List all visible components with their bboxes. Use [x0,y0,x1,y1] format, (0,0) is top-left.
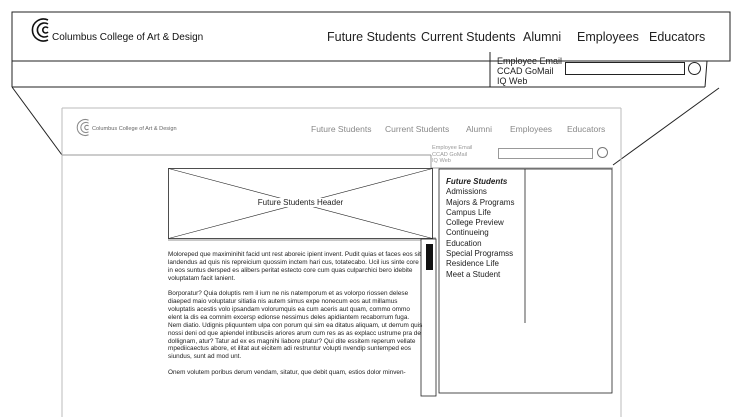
sidebar-item-campus-life[interactable]: Campus Life [446,208,524,218]
ccad-gomail-link[interactable]: CCAD GoMail [497,66,562,76]
search-input[interactable] [565,62,685,75]
inner-employee-email-link[interactable]: Employee Email [432,145,472,152]
employee-email-link[interactable]: Employee Email [497,56,562,66]
inner-iq-web-link[interactable]: IQ Web [432,158,472,165]
sidebar-item-majors-programs[interactable]: Majors & Programs [446,198,524,208]
inner-nav-alumni[interactable]: Alumni [466,124,492,134]
ccad-logo-icon[interactable] [28,17,50,43]
body-content: Moloreped que maximinihit facid unt rest… [168,251,423,384]
nav-educators[interactable]: Educators [649,30,705,44]
nav-future-students[interactable]: Future Students [327,30,416,44]
inner-ccad-gomail-link[interactable]: CCAD GoMail [432,152,472,159]
sidebar-item-continuing-education[interactable]: Continueing Education [446,228,524,249]
inner-brand-name: Columbus College of Art & Design [92,126,177,132]
header-placeholder-label: Future Students Header [254,198,347,207]
sidebar-item-meet-a-student[interactable]: Meet a Student [446,270,524,280]
employee-links: Employee Email CCAD GoMail IQ Web [497,56,562,86]
sidebar-item-residence-life[interactable]: Residence Life [446,259,524,269]
sidebar-item-admissions[interactable]: Admissions [446,187,524,197]
sidebar-item-special-programs[interactable]: Special Programss [446,249,524,259]
inner-search-button[interactable] [597,147,608,158]
inner-nav-educators[interactable]: Educators [567,124,605,134]
inner-nav-current-students[interactable]: Current Students [385,124,449,134]
sidebar-nav: Future Students Admissions Majors & Prog… [446,177,524,280]
inner-nav-employees[interactable]: Employees [510,124,552,134]
nav-employees[interactable]: Employees [577,30,639,44]
inner-employee-links: Employee Email CCAD GoMail IQ Web [432,145,472,165]
scrollbar-thumb[interactable] [426,244,433,270]
sidebar-item-college-preview[interactable]: College Preview [446,218,524,228]
paragraph: Moloreped que maximinihit facid unt rest… [168,251,421,282]
inner-search-input[interactable] [498,148,593,159]
inner-logo-icon[interactable] [74,118,90,137]
brand-name: Columbus College of Art & Design [52,32,204,43]
search-button[interactable] [688,62,701,75]
inner-nav-future-students[interactable]: Future Students [311,124,371,134]
nav-alumni[interactable]: Alumni [523,30,561,44]
sidebar-title: Future Students [446,177,508,186]
nav-current-students[interactable]: Current Students [421,30,516,44]
paragraph: Onem volutem poribus derum vendam, sitat… [168,368,406,376]
iq-web-link[interactable]: IQ Web [497,76,562,86]
paragraph: Borporatur? Quia doluptis rem il ium ne … [168,290,423,361]
